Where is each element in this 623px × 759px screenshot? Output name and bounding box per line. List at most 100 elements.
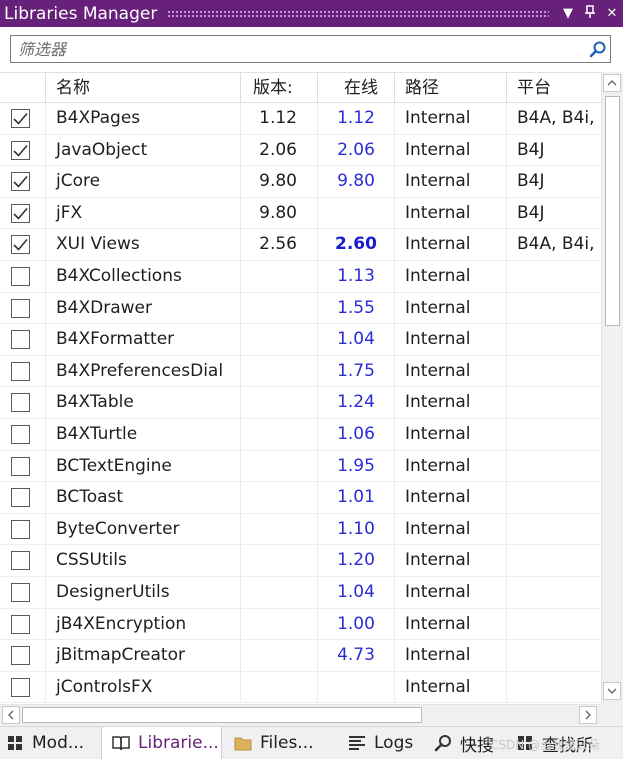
- horizontal-scrollbar[interactable]: [0, 704, 601, 726]
- version-cell: [241, 608, 318, 640]
- checkbox-cell: [0, 103, 46, 134]
- checkbox-cell: [0, 355, 46, 387]
- online-version-cell: 1.13: [318, 261, 395, 292]
- path-cell: Internal: [395, 513, 507, 545]
- library-checkbox[interactable]: [11, 614, 30, 634]
- platform-cell: B4J: [517, 171, 545, 192]
- tab-modules[interactable]: Mod...: [4, 727, 100, 759]
- table-row[interactable]: DesignerUtils 1.04 Internal: [0, 577, 601, 609]
- library-name-cell: jBitmapCreator: [46, 640, 241, 672]
- table-row[interactable]: jControlsFX Internal: [0, 671, 601, 704]
- online-version-cell: [318, 197, 395, 229]
- table-row[interactable]: ByteConverter 1.10 Internal: [0, 513, 601, 546]
- library-checkbox[interactable]: [11, 298, 30, 318]
- table-row[interactable]: XUI Views2.562.60Internal B4A, B4i, B: [0, 229, 601, 261]
- library-checkbox[interactable]: [11, 677, 30, 697]
- column-header-path[interactable]: 路径: [395, 73, 507, 103]
- library-checkbox[interactable]: [11, 583, 30, 602]
- library-checkbox[interactable]: [11, 393, 30, 413]
- table-row[interactable]: JavaObject 2.06 2.06 Internal B4J: [0, 134, 601, 167]
- library-checkbox[interactable]: [11, 172, 30, 192]
- library-name-cell: DesignerUtils: [46, 577, 241, 608]
- tab-libraries[interactable]: Librarie...: [101, 727, 222, 759]
- dropdown-icon[interactable]: ▼: [557, 6, 579, 21]
- library-checkbox[interactable]: [11, 425, 30, 444]
- tab-label: Librarie...: [138, 733, 219, 753]
- checkbox-cell: [0, 450, 46, 482]
- quick-search-icon: [432, 732, 454, 754]
- filter-box[interactable]: [10, 35, 611, 63]
- path-cell: Internal: [395, 166, 507, 198]
- checkbox-cell: [0, 324, 46, 356]
- path-cell: Internal: [395, 261, 507, 292]
- platform-cell: [507, 609, 601, 640]
- column-header-platform[interactable]: 平台: [507, 73, 601, 103]
- table-header: 名称 版本: 在线 路径 平台: [0, 72, 601, 103]
- library-checkbox[interactable]: [11, 235, 30, 255]
- library-name-cell: BCTextEngine: [46, 450, 241, 482]
- table-row[interactable]: BCToast 1.01 Internal: [0, 482, 601, 514]
- library-name-cell: CSSUtils: [46, 545, 241, 577]
- library-checkbox[interactable]: [11, 267, 30, 286]
- tab-label: Logs: [374, 733, 414, 753]
- vertical-scroll-thumb[interactable]: [605, 96, 620, 326]
- library-checkbox[interactable]: [11, 203, 30, 223]
- platform-cell: [507, 387, 601, 418]
- platform-cell: [507, 672, 601, 703]
- library-checkbox[interactable]: [11, 551, 30, 571]
- tab-logs[interactable]: Logs: [346, 727, 424, 759]
- library-checkbox[interactable]: [11, 456, 30, 476]
- platform-cell: B4J: [517, 202, 545, 223]
- table-row[interactable]: jB4XEncryption 1.00 Internal: [0, 608, 601, 641]
- table-row[interactable]: jCore 9.80 9.80 Internal B4J: [0, 166, 601, 198]
- column-header-check[interactable]: [0, 73, 46, 103]
- table-row[interactable]: B4XPages1.121.12InternalB4A, B4i, B: [0, 103, 601, 135]
- table-row[interactable]: CSSUtils 1.20 Internal: [0, 545, 601, 577]
- table-row[interactable]: jBitmapCreator 4.73 Internal: [0, 640, 601, 672]
- vertical-scrollbar[interactable]: [601, 72, 623, 704]
- scroll-down-icon[interactable]: [603, 682, 621, 700]
- close-icon[interactable]: ✕: [601, 6, 623, 21]
- path-cell: Internal: [395, 671, 507, 703]
- pin-icon[interactable]: [579, 4, 601, 23]
- library-checkbox[interactable]: [11, 140, 30, 160]
- filter-input[interactable]: [11, 36, 586, 62]
- table-row[interactable]: B4XTurtle 1.06 Internal: [0, 419, 601, 451]
- library-checkbox[interactable]: [11, 488, 30, 508]
- library-checkbox[interactable]: [11, 361, 30, 381]
- table-row[interactable]: B4XCollections 1.13 Internal: [0, 261, 601, 293]
- scroll-up-icon[interactable]: [603, 74, 621, 92]
- checkbox-cell: [0, 166, 46, 198]
- column-header-online[interactable]: 在线: [318, 73, 395, 103]
- version-cell: [241, 355, 318, 387]
- modules-icon: [4, 732, 26, 754]
- checkbox-cell: [0, 419, 46, 450]
- library-name-cell: B4XDrawer: [46, 292, 241, 324]
- path-cell: Internal: [395, 640, 507, 672]
- table-row[interactable]: B4XDrawer 1.55 Internal: [0, 292, 601, 325]
- library-checkbox[interactable]: [11, 330, 30, 350]
- column-header-version[interactable]: 版本:: [241, 73, 318, 103]
- tab-files[interactable]: Files...: [232, 727, 332, 759]
- table-row[interactable]: B4XPreferencesDial 1.75 Internal: [0, 355, 601, 388]
- table-row[interactable]: jFX 9.80 Internal B4J: [0, 197, 601, 230]
- panel-title-bar[interactable]: Libraries Manager ▼ ✕: [0, 0, 623, 27]
- library-checkbox[interactable]: [11, 109, 30, 128]
- version-cell: [241, 482, 318, 514]
- scroll-right-icon[interactable]: [579, 706, 597, 724]
- drag-grip[interactable]: [167, 10, 549, 17]
- search-icon[interactable]: [586, 37, 610, 61]
- table-row[interactable]: BCTextEngine 1.95 Internal: [0, 450, 601, 483]
- horizontal-scroll-thumb[interactable]: [22, 707, 422, 723]
- online-version-cell: 4.73: [318, 640, 395, 672]
- library-name-cell: ByteConverter: [46, 513, 241, 545]
- table-row[interactable]: B4XTable 1.24 Internal: [0, 387, 601, 419]
- library-checkbox[interactable]: [11, 519, 30, 539]
- table-row[interactable]: B4XFormatter 1.04 Internal: [0, 324, 601, 356]
- library-checkbox[interactable]: [11, 646, 30, 666]
- checkbox-cell: [0, 197, 46, 229]
- scroll-left-icon[interactable]: [2, 706, 20, 724]
- platform-cell: [507, 640, 601, 671]
- path-cell: Internal: [395, 229, 507, 261]
- column-header-name[interactable]: 名称: [46, 73, 241, 103]
